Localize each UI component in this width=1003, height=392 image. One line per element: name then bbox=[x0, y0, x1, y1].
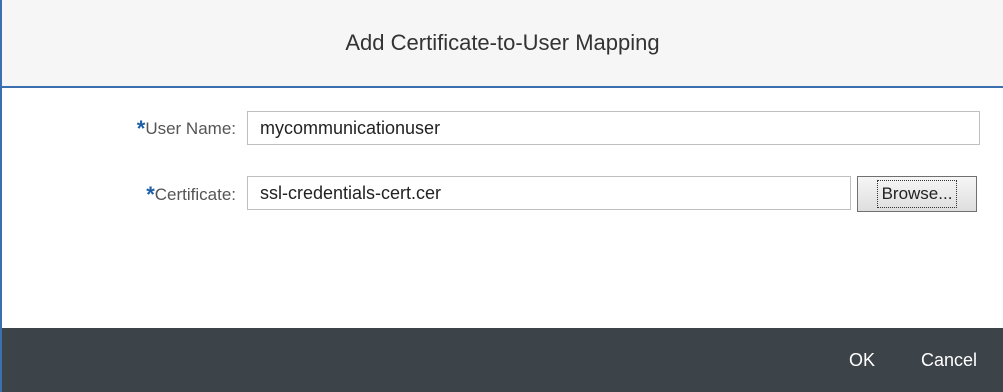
certificate-file-value: ssl-credentials-cert.cer bbox=[260, 183, 442, 203]
user-name-label: User Name: bbox=[145, 119, 236, 138]
certificate-file-input[interactable]: ssl-credentials-cert.cer bbox=[247, 176, 851, 210]
user-name-label-group: *User Name: bbox=[102, 116, 236, 142]
cancel-button[interactable]: Cancel bbox=[921, 350, 977, 371]
required-marker: * bbox=[146, 182, 155, 207]
user-name-value: mycommunicationuser bbox=[260, 118, 441, 138]
browse-button[interactable]: Browse... bbox=[857, 176, 977, 212]
dialog-header: Add Certificate-to-User Mapping bbox=[2, 0, 1003, 88]
user-name-input[interactable]: mycommunicationuser bbox=[247, 111, 980, 145]
browse-button-label: Browse... bbox=[876, 180, 958, 208]
certificate-mapping-dialog: Add Certificate-to-User Mapping *User Na… bbox=[0, 0, 1003, 392]
dialog-title: Add Certificate-to-User Mapping bbox=[345, 30, 660, 55]
certificate-label: Certificate: bbox=[154, 185, 236, 204]
ok-button[interactable]: OK bbox=[849, 350, 875, 371]
certificate-label-group: *Certificate: bbox=[102, 182, 236, 208]
dialog-footer: OK Cancel bbox=[2, 328, 1003, 392]
